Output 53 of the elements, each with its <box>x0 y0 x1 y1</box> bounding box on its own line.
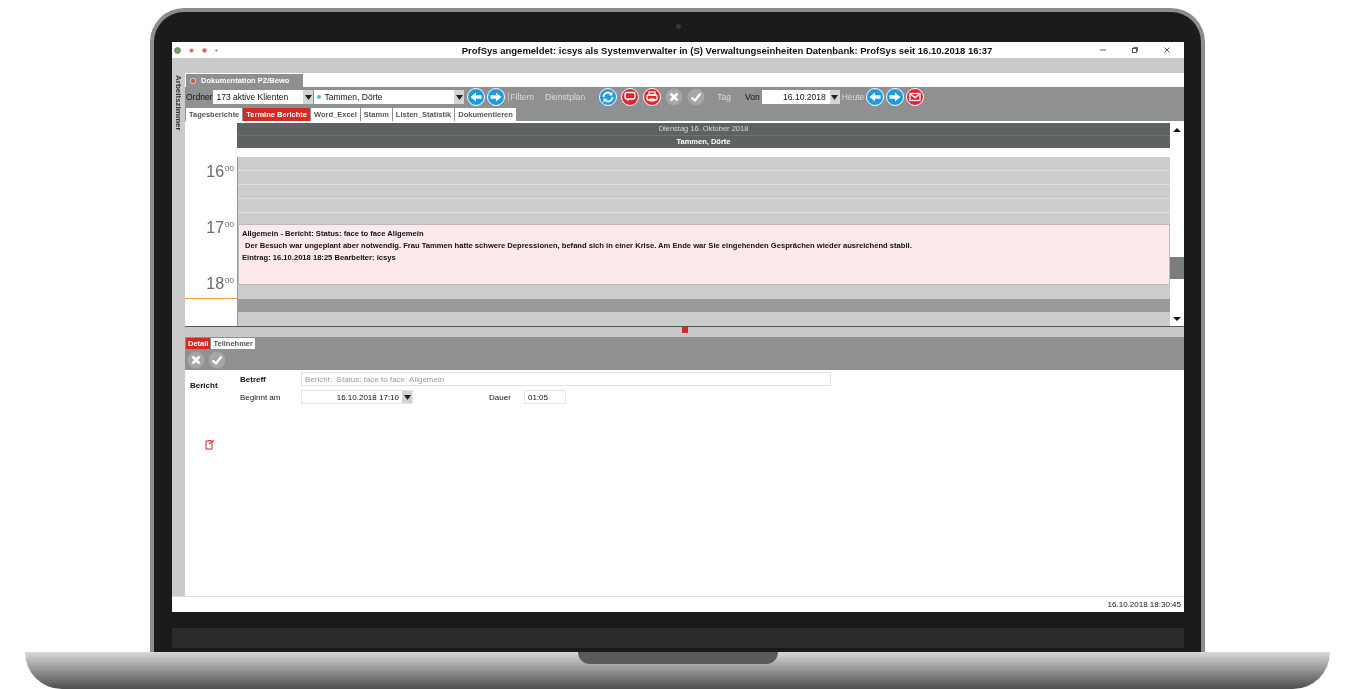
caret-icon <box>403 394 411 400</box>
start-label: Beginnt am <box>240 392 282 402</box>
arrow-right-icon[interactable] <box>886 88 905 106</box>
edit-note-icon[interactable] <box>205 439 215 450</box>
speech-bubble-icon[interactable] <box>621 88 640 106</box>
start-date-dropdown[interactable]: 16.10.2018 17:10 <box>301 390 413 404</box>
arrow-left-icon[interactable] <box>866 88 885 106</box>
arrow-left-icon[interactable] <box>467 88 486 106</box>
arrow-right-icon[interactable] <box>487 88 506 106</box>
dot-icon[interactable] <box>189 47 194 53</box>
hour-label: 16 <box>206 164 225 182</box>
side-panel-label[interactable]: Arbeitszimmer <box>174 73 183 596</box>
from-date-dropdown[interactable]: 16.10.2018 <box>761 90 840 104</box>
restore-icon[interactable] <box>1132 47 1138 53</box>
dot-icon[interactable] <box>215 48 218 52</box>
section-label: Bericht <box>190 381 218 390</box>
hour-label: 18 <box>206 276 225 294</box>
checkmark-icon[interactable] <box>687 88 706 106</box>
status-timestamp: 16.10.2018 18:30:45 <box>1107 600 1181 609</box>
close-icon[interactable] <box>1164 47 1170 53</box>
window-title: ProfSys angemeldet: icsys als Systemverwalter in (S) Verwaltungseinheiten Datenbank: ProfSys seit 16.10.2018 16:37 <box>460 44 994 56</box>
caret-icon <box>455 94 463 100</box>
duration-field[interactable]: 01:05 <box>524 390 566 404</box>
hour-label: 17 <box>206 220 225 238</box>
refresh-icon[interactable] <box>599 88 618 106</box>
client-dropdown[interactable]: Tammen, Dörte <box>314 90 465 104</box>
duration-label: Dauer <box>489 392 512 402</box>
scroll-up-icon[interactable] <box>1173 125 1181 135</box>
cross-icon[interactable] <box>665 88 684 106</box>
from-label: Von <box>745 92 760 102</box>
subject-label: Betreff <box>240 374 267 384</box>
splitter-handle[interactable] <box>681 327 688 333</box>
camera-dot <box>675 24 681 29</box>
folder-label: Ordner <box>186 92 213 102</box>
splitter-bar[interactable] <box>185 326 1184 337</box>
caret-icon <box>831 94 839 100</box>
scroll-down-icon[interactable] <box>1173 314 1181 324</box>
dot-icon <box>317 95 322 99</box>
cross-icon[interactable] <box>187 350 205 369</box>
minimize-icon[interactable] <box>1100 47 1106 53</box>
envelope-icon[interactable] <box>906 88 925 106</box>
appointment-card[interactable] <box>238 224 1170 285</box>
subject-field[interactable]: Bericht: Status: face to face Allgemein <box>301 372 831 386</box>
app-icon[interactable] <box>174 46 181 54</box>
caret-icon <box>304 94 312 100</box>
dot-icon[interactable] <box>202 47 207 53</box>
minute-label: 00 <box>225 220 234 231</box>
minute-label: 00 <box>225 164 234 175</box>
folder-dropdown[interactable]: 173 aktive Klienten <box>213 90 314 104</box>
minute-label: 00 <box>225 276 234 287</box>
scrollbar-thumb[interactable] <box>1170 257 1184 279</box>
printer-icon[interactable] <box>643 88 662 106</box>
checkmark-icon[interactable] <box>208 350 226 369</box>
